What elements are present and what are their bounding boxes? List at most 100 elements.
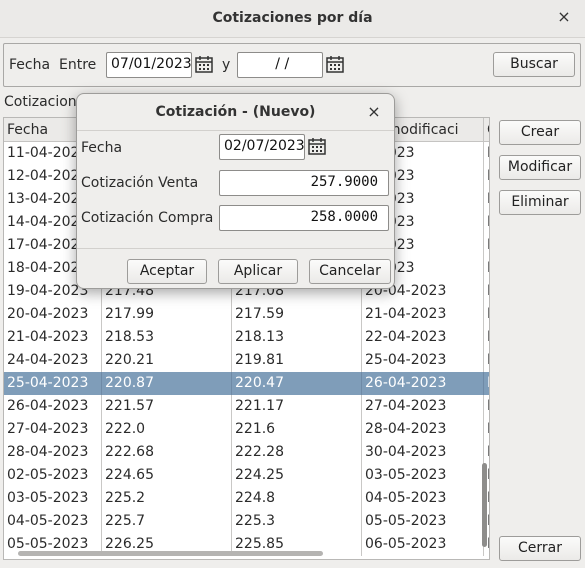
modificar-button[interactable]: Modificar [499,155,581,180]
table-cell: 225.7 [102,510,232,533]
table-cell: 03-05-2023 [4,487,102,510]
table-cell: F [484,234,489,257]
y-label: y [222,57,231,73]
calendar-icon[interactable] [307,136,327,156]
table-cell: 217.59 [232,303,362,326]
table-cell: 30-04-2023 [362,441,484,464]
table-row[interactable]: 21-04-2023218.53218.1322-04-2023F [4,326,489,349]
table-cell: 220.47 [232,372,362,395]
dialog-fecha-input[interactable]: 02/07/2023 [219,134,305,160]
crear-button[interactable]: Crear [499,120,581,145]
dialog-compra-label: Cotización Compra [81,210,214,226]
table-row-selected[interactable]: 25-04-2023220.87220.4726-04-2023F [4,372,489,395]
aplicar-button[interactable]: Aplicar [218,259,298,284]
calendar-icon[interactable] [194,54,214,74]
table-cell: 26-04-2023 [362,372,484,395]
dialog-fecha-label: Fecha [81,140,123,156]
table-cell: F [484,211,489,234]
hasta-date-input[interactable]: / / [237,52,323,78]
table-cell: 221.17 [232,395,362,418]
dialog-divider [77,130,394,131]
table-cell: 218.13 [232,326,362,349]
filter-panel: Fecha Entre 07/01/2023 y / / Buscar [3,43,581,87]
table-cell: F [484,165,489,188]
table-cell: 224.65 [102,464,232,487]
table-cell: F [484,441,489,464]
table-cell: 221.57 [102,395,232,418]
cotizacion-dialog: Cotización - (Nuevo) × Fecha 02/07/2023 … [76,93,395,289]
eliminar-button[interactable]: Eliminar [499,190,581,215]
table-cell: 25-04-2023 [362,349,484,372]
table-cell: 21-04-2023 [4,326,102,349]
calendar-icon[interactable] [325,54,345,74]
table-cell: 224.25 [232,464,362,487]
dialog-title: Cotización - (Nuevo) [155,104,316,120]
desde-date-input[interactable]: 07/01/2023 [106,52,192,78]
table-cell: 222.28 [232,441,362,464]
table-cell: F [484,303,489,326]
table-cell: 04-05-2023 [362,487,484,510]
table-row[interactable]: 26-04-2023221.57221.1727-04-2023F [4,395,489,418]
table-cell: 28-04-2023 [4,441,102,464]
table-cell: 222.68 [102,441,232,464]
table-cell: 21-04-2023 [362,303,484,326]
table-cell: 22-04-2023 [362,326,484,349]
table-row[interactable]: 04-05-2023225.7225.305-05-2023F [4,510,489,533]
dialog-compra-input[interactable]: 258.0000 [219,205,389,231]
table-cell: 20-04-2023 [4,303,102,326]
table-cell: 26-04-2023 [4,395,102,418]
table-cell: 225.3 [232,510,362,533]
table-cell: 218.53 [102,326,232,349]
table-cell: F [484,349,489,372]
horizontal-scrollbar[interactable] [18,551,323,556]
dialog-close-icon[interactable]: × [366,102,382,121]
cancelar-button[interactable]: Cancelar [309,259,391,284]
table-cell: F [484,188,489,211]
table-row[interactable]: 28-04-2023222.68222.2830-04-2023F [4,441,489,464]
table-cell: 217.99 [102,303,232,326]
buscar-button[interactable]: Buscar [493,52,575,77]
table-cell: F [484,280,489,303]
dialog-venta-label: Cotización Venta [81,175,199,191]
table-row[interactable]: 27-04-2023222.0221.628-04-2023F [4,418,489,441]
table-cell: F [484,372,489,395]
table-row[interactable]: 24-04-2023220.21219.8125-04-2023F [4,349,489,372]
table-cell: F [484,257,489,280]
main-window: Cotizaciones por día × Fecha Entre 07/01… [0,0,585,568]
table-cell: 04-05-2023 [4,510,102,533]
table-cell: 05-05-2023 [362,510,484,533]
window-close-icon[interactable]: × [555,8,573,26]
dialog-divider [77,248,394,249]
table-cell: 25-04-2023 [4,372,102,395]
window-titlebar: Cotizaciones por día × [0,0,585,38]
cerrar-button[interactable]: Cerrar [499,536,581,561]
window-title: Cotizaciones por día [212,10,373,26]
table-cell: 03-05-2023 [362,464,484,487]
table-row[interactable]: 20-04-2023217.99217.5921-04-2023F [4,303,489,326]
column-header-extra[interactable]: C [484,118,489,142]
table-cell: 06-05-2023 [362,533,484,556]
table-cell: 225.2 [102,487,232,510]
entre-label: Entre [59,57,97,73]
table-cell: F [484,142,489,165]
table-cell: 24-04-2023 [4,349,102,372]
table-row[interactable]: 02-05-2023224.65224.2503-05-2023F [4,464,489,487]
table-row[interactable]: 03-05-2023225.2224.804-05-2023F [4,487,489,510]
table-cell: 224.8 [232,487,362,510]
vertical-scrollbar[interactable] [482,463,487,547]
table-cell: 28-04-2023 [362,418,484,441]
fecha-label: Fecha [9,57,51,73]
aceptar-button[interactable]: Aceptar [127,259,207,284]
cotizaciones-section-label: Cotizacione [4,94,86,110]
table-cell: 220.87 [102,372,232,395]
table-cell: F [484,395,489,418]
table-cell: 27-04-2023 [362,395,484,418]
table-cell: 220.21 [102,349,232,372]
table-cell: 27-04-2023 [4,418,102,441]
table-cell: F [484,326,489,349]
table-cell: 219.81 [232,349,362,372]
dialog-venta-input[interactable]: 257.9000 [219,170,389,196]
table-cell: 02-05-2023 [4,464,102,487]
table-cell: 221.6 [232,418,362,441]
table-cell: 222.0 [102,418,232,441]
